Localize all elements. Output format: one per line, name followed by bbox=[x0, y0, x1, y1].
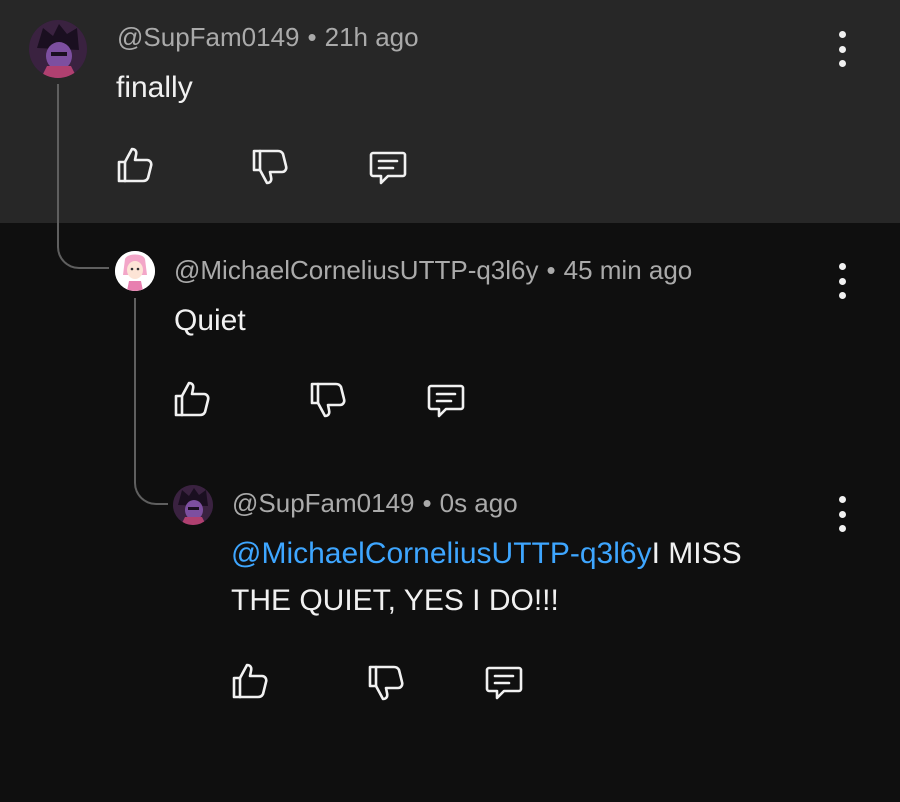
meta-separator: • bbox=[546, 255, 556, 285]
comment-meta: @MichaelCorneliusUTTP-q3l6y • 45 min ago bbox=[174, 255, 692, 286]
thumbs-down-icon bbox=[368, 665, 404, 701]
like-button[interactable] bbox=[170, 377, 214, 421]
dislike-button[interactable] bbox=[306, 378, 350, 422]
more-vertical-icon[interactable] bbox=[836, 263, 848, 299]
reply-button[interactable] bbox=[366, 145, 410, 189]
comment-meta: @SupFam0149 • 21h ago bbox=[117, 22, 419, 53]
timestamp[interactable]: 21h ago bbox=[325, 22, 419, 52]
dislike-button[interactable] bbox=[248, 145, 292, 189]
reply-icon bbox=[485, 666, 523, 700]
thread-line bbox=[57, 84, 109, 269]
author-name[interactable]: @SupFam0149 bbox=[117, 22, 300, 52]
more-vertical-icon[interactable] bbox=[836, 31, 848, 67]
thread-line bbox=[134, 298, 168, 505]
meta-separator: • bbox=[307, 22, 317, 52]
comment-meta: @SupFam0149 • 0s ago bbox=[232, 488, 518, 519]
mention-link[interactable]: @MichaelCorneliusUTTP-q3l6y bbox=[231, 537, 652, 570]
meta-separator: • bbox=[422, 488, 432, 518]
timestamp[interactable]: 45 min ago bbox=[564, 255, 693, 285]
thumbs-up-icon bbox=[117, 147, 153, 183]
author-name[interactable]: @MichaelCorneliusUTTP-q3l6y bbox=[174, 255, 539, 285]
author-name[interactable]: @SupFam0149 bbox=[232, 488, 415, 518]
comment-text-line2: THE QUIET, YES I DO!!! bbox=[231, 584, 559, 617]
avatar[interactable] bbox=[115, 251, 155, 291]
thumbs-up-icon bbox=[174, 381, 210, 417]
like-button[interactable] bbox=[113, 143, 157, 187]
thumbs-up-icon bbox=[232, 663, 268, 699]
thumbs-down-icon bbox=[252, 149, 288, 185]
comment-text-line1: I MISS bbox=[651, 537, 742, 570]
reply-icon bbox=[427, 384, 465, 418]
avatar[interactable] bbox=[173, 485, 213, 525]
avatar[interactable] bbox=[29, 20, 87, 78]
comment-text: Quiet bbox=[174, 304, 246, 337]
timestamp[interactable]: 0s ago bbox=[440, 488, 518, 518]
thumbs-down-icon bbox=[310, 382, 346, 418]
like-button[interactable] bbox=[228, 659, 272, 703]
reply-icon bbox=[369, 151, 407, 185]
reply-button[interactable] bbox=[482, 660, 526, 704]
dislike-button[interactable] bbox=[364, 661, 408, 705]
reply-button[interactable] bbox=[424, 378, 468, 422]
comment-text: finally bbox=[116, 71, 193, 104]
more-vertical-icon[interactable] bbox=[836, 496, 848, 532]
comment-text: @MichaelCorneliusUTTP-q3l6yI MISS THE QU… bbox=[231, 530, 851, 624]
